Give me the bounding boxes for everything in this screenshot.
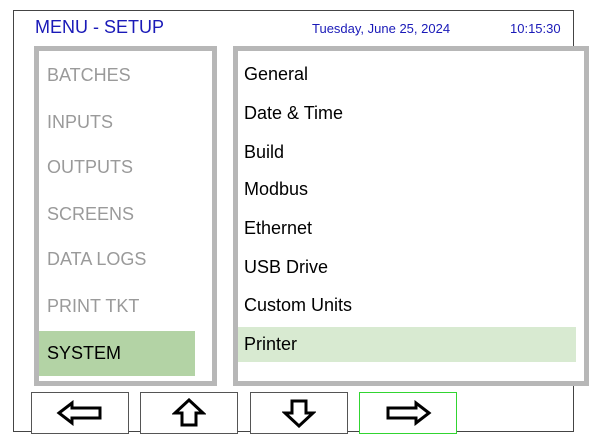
arrow-left-icon xyxy=(56,400,102,426)
time-display: 10:15:30 xyxy=(510,21,561,36)
arrow-down-icon xyxy=(282,399,316,428)
date-display: Tuesday, June 25, 2024 xyxy=(312,21,451,36)
submenu-modbus[interactable]: Modbus xyxy=(238,172,576,207)
submenu-ethernet[interactable]: Ethernet xyxy=(238,211,576,246)
category-panel: BATCHES INPUTS OUTPUTS SCREENS DATA LOGS… xyxy=(34,46,217,386)
category-batches[interactable]: BATCHES xyxy=(39,53,195,98)
submenu-general[interactable]: General xyxy=(238,57,576,92)
category-system[interactable]: SYSTEM xyxy=(39,331,195,376)
submenu-date-time[interactable]: Date & Time xyxy=(238,96,576,131)
menu-title: MENU - SETUP xyxy=(35,17,165,37)
up-arrow-button[interactable] xyxy=(140,392,238,434)
submenu-build[interactable]: Build xyxy=(238,135,576,170)
category-print-tkt[interactable]: PRINT TKT xyxy=(39,284,195,329)
submenu-usb-drive[interactable]: USB Drive xyxy=(238,250,576,285)
left-arrow-button[interactable] xyxy=(31,392,129,434)
category-list: BATCHES INPUTS OUTPUTS SCREENS DATA LOGS… xyxy=(39,51,212,381)
down-arrow-button[interactable] xyxy=(250,392,348,434)
category-data-logs[interactable]: DATA LOGS xyxy=(39,237,195,282)
category-outputs[interactable]: OUTPUTS xyxy=(39,145,195,190)
hmi-screen: MENU - SETUP Tuesday, June 25, 2024 10:1… xyxy=(13,10,589,434)
arrow-up-icon xyxy=(172,398,206,427)
right-arrow-button[interactable] xyxy=(359,392,457,434)
submenu-custom-units[interactable]: Custom Units xyxy=(238,288,576,323)
submenu-list: General Date & Time Build Modbus Etherne… xyxy=(238,51,584,381)
submenu-panel: General Date & Time Build Modbus Etherne… xyxy=(233,46,589,386)
arrow-right-icon xyxy=(386,400,432,426)
category-inputs[interactable]: INPUTS xyxy=(39,100,195,145)
category-screens[interactable]: SCREENS xyxy=(39,192,195,237)
submenu-printer[interactable]: Printer xyxy=(238,327,576,362)
